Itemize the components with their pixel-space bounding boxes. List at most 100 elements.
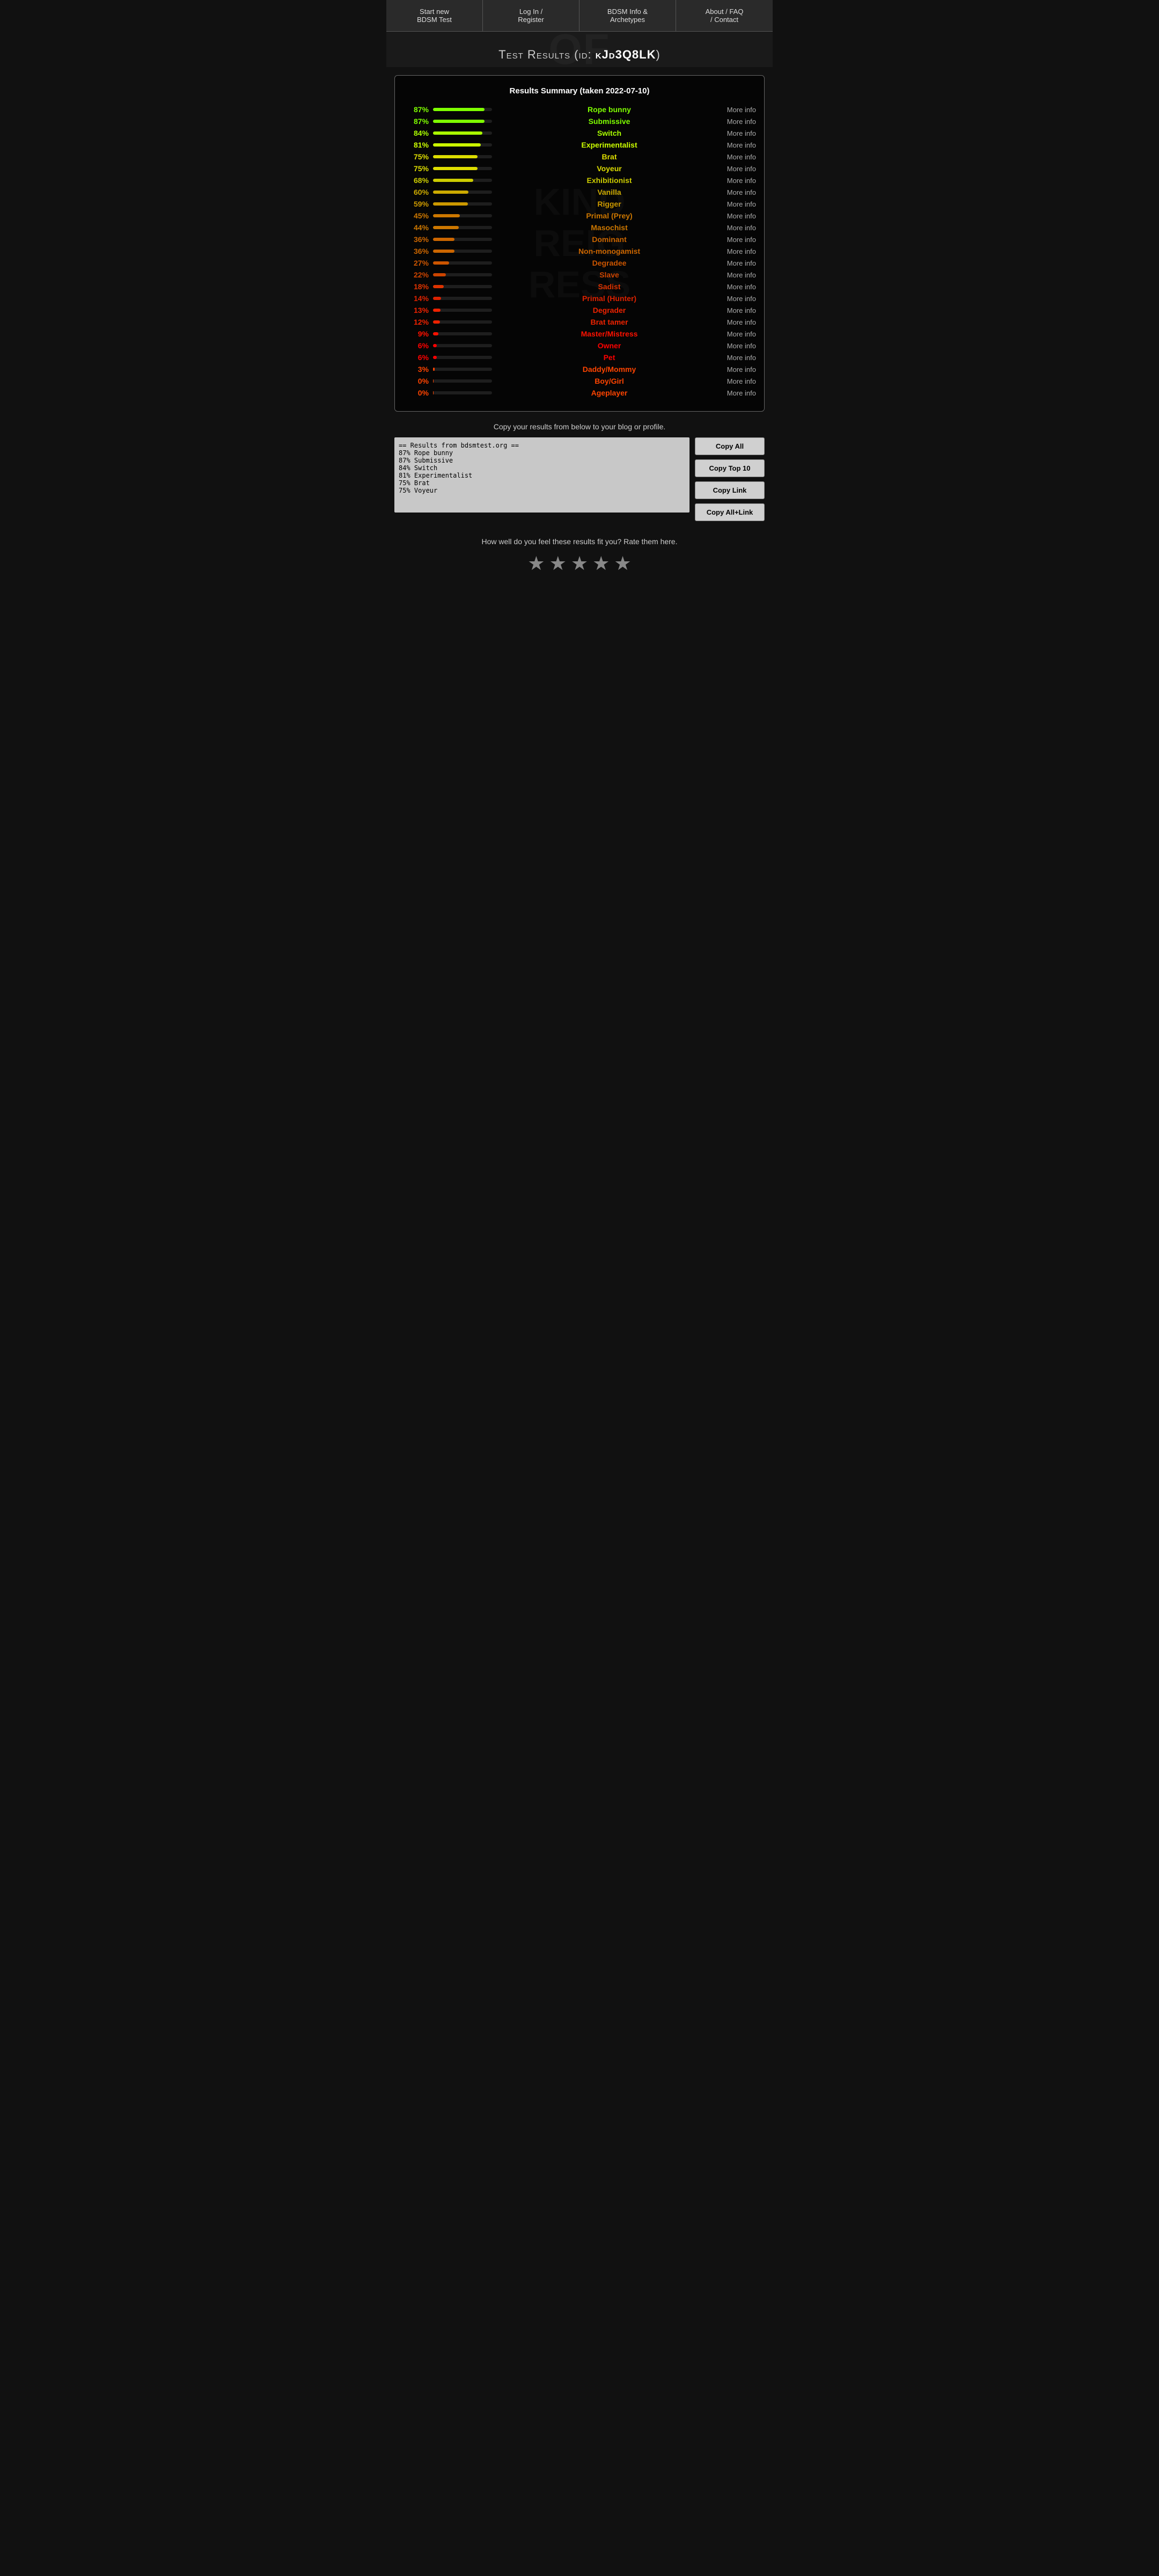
result-pct: 44%	[403, 223, 429, 232]
result-name: Daddy/Mommy	[497, 365, 721, 374]
result-more-info[interactable]: More info	[721, 141, 756, 149]
star-4[interactable]: ★	[592, 552, 610, 575]
result-bar-container	[433, 285, 492, 288]
result-more-info[interactable]: More info	[721, 295, 756, 303]
result-more-info[interactable]: More info	[721, 153, 756, 161]
result-more-info[interactable]: More info	[721, 342, 756, 350]
result-bar	[433, 120, 485, 123]
result-name: Masochist	[497, 223, 721, 232]
result-bar-container	[433, 309, 492, 312]
result-name: Exhibitionist	[497, 176, 721, 185]
result-more-info[interactable]: More info	[721, 354, 756, 362]
hero-section: WHATKINDOFSEXUALBEING Test Results (id: …	[386, 32, 773, 67]
result-name: Slave	[497, 270, 721, 279]
result-row: 27% Degradee More info	[403, 259, 756, 267]
result-bar	[433, 356, 437, 359]
result-pct: 3%	[403, 365, 429, 374]
result-more-info[interactable]: More info	[721, 165, 756, 173]
nav-bar: Start new BDSM TestLog In / RegisterBDSM…	[386, 0, 773, 32]
nav-item-start-test[interactable]: Start new BDSM Test	[386, 0, 483, 31]
result-bar-container	[433, 379, 492, 383]
copy-link-button[interactable]: Copy Link	[695, 481, 765, 499]
result-bar	[433, 297, 441, 300]
result-more-info[interactable]: More info	[721, 271, 756, 279]
results-summary-title: Results Summary (taken 2022-07-10)	[403, 86, 756, 96]
result-more-info[interactable]: More info	[721, 247, 756, 255]
result-more-info[interactable]: More info	[721, 283, 756, 291]
result-bar	[433, 143, 481, 147]
result-pct: 6%	[403, 341, 429, 350]
result-bar	[433, 250, 454, 253]
star-3[interactable]: ★	[571, 552, 588, 575]
result-pct: 87%	[403, 117, 429, 126]
result-row: 60% Vanilla More info	[403, 188, 756, 196]
result-bar-container	[433, 273, 492, 276]
result-row: 9% Master/Mistress More info	[403, 330, 756, 338]
result-more-info[interactable]: More info	[721, 365, 756, 374]
result-more-info[interactable]: More info	[721, 106, 756, 114]
result-name: Rigger	[497, 200, 721, 208]
result-bar	[433, 332, 438, 335]
copy-top10-button[interactable]: Copy Top 10	[695, 459, 765, 477]
result-more-info[interactable]: More info	[721, 330, 756, 338]
result-pct: 18%	[403, 282, 429, 291]
star-1[interactable]: ★	[527, 552, 545, 575]
copy-all-link-button[interactable]: Copy All+Link	[695, 503, 765, 521]
result-bar	[433, 344, 437, 347]
result-name: Degrader	[497, 306, 721, 314]
result-more-info[interactable]: More info	[721, 259, 756, 267]
result-name: Brat tamer	[497, 318, 721, 326]
nav-item-login[interactable]: Log In / Register	[483, 0, 580, 31]
result-bar-container	[433, 155, 492, 158]
result-name: Dominant	[497, 235, 721, 244]
copy-all-button[interactable]: Copy All	[695, 437, 765, 455]
result-more-info[interactable]: More info	[721, 236, 756, 244]
result-pct: 0%	[403, 389, 429, 397]
nav-item-info[interactable]: BDSM Info & Archetypes	[580, 0, 676, 31]
result-name: Switch	[497, 129, 721, 137]
star-5[interactable]: ★	[614, 552, 631, 575]
result-row: 84% Switch More info	[403, 129, 756, 137]
result-name: Submissive	[497, 117, 721, 126]
result-row: 45% Primal (Prey) More info	[403, 211, 756, 220]
result-more-info[interactable]: More info	[721, 389, 756, 397]
result-row: 87% Rope bunny More info	[403, 105, 756, 114]
result-more-info[interactable]: More info	[721, 177, 756, 185]
star-2[interactable]: ★	[549, 552, 567, 575]
result-pct: 9%	[403, 330, 429, 338]
result-bar-container	[433, 250, 492, 253]
result-more-info[interactable]: More info	[721, 318, 756, 326]
result-name: Boy/Girl	[497, 377, 721, 385]
result-bar-container	[433, 261, 492, 265]
result-bar-container	[433, 202, 492, 206]
result-pct: 87%	[403, 105, 429, 114]
result-bar-container	[433, 356, 492, 359]
result-name: Ageplayer	[497, 389, 721, 397]
result-pct: 45%	[403, 211, 429, 220]
nav-item-about[interactable]: About / FAQ / Contact	[676, 0, 773, 31]
result-bar-container	[433, 368, 492, 371]
result-row: 12% Brat tamer More info	[403, 318, 756, 326]
result-more-info[interactable]: More info	[721, 212, 756, 220]
result-more-info[interactable]: More info	[721, 224, 756, 232]
result-bar-container	[433, 214, 492, 217]
result-more-info[interactable]: More info	[721, 118, 756, 126]
result-more-info[interactable]: More info	[721, 377, 756, 385]
result-row: 81% Experimentalist More info	[403, 141, 756, 149]
result-bar-container	[433, 167, 492, 170]
copy-textarea[interactable]	[394, 437, 689, 513]
result-pct: 59%	[403, 200, 429, 208]
result-bar-container	[433, 120, 492, 123]
result-bar	[433, 226, 459, 229]
result-row: 75% Brat More info	[403, 152, 756, 161]
result-more-info[interactable]: More info	[721, 188, 756, 196]
result-more-info[interactable]: More info	[721, 200, 756, 208]
result-more-info[interactable]: More info	[721, 129, 756, 137]
result-row: 36% Dominant More info	[403, 235, 756, 244]
result-pct: 13%	[403, 306, 429, 314]
result-bar	[433, 202, 468, 206]
result-more-info[interactable]: More info	[721, 306, 756, 314]
result-pct: 60%	[403, 188, 429, 196]
result-name: Owner	[497, 341, 721, 350]
result-bar	[433, 167, 478, 170]
